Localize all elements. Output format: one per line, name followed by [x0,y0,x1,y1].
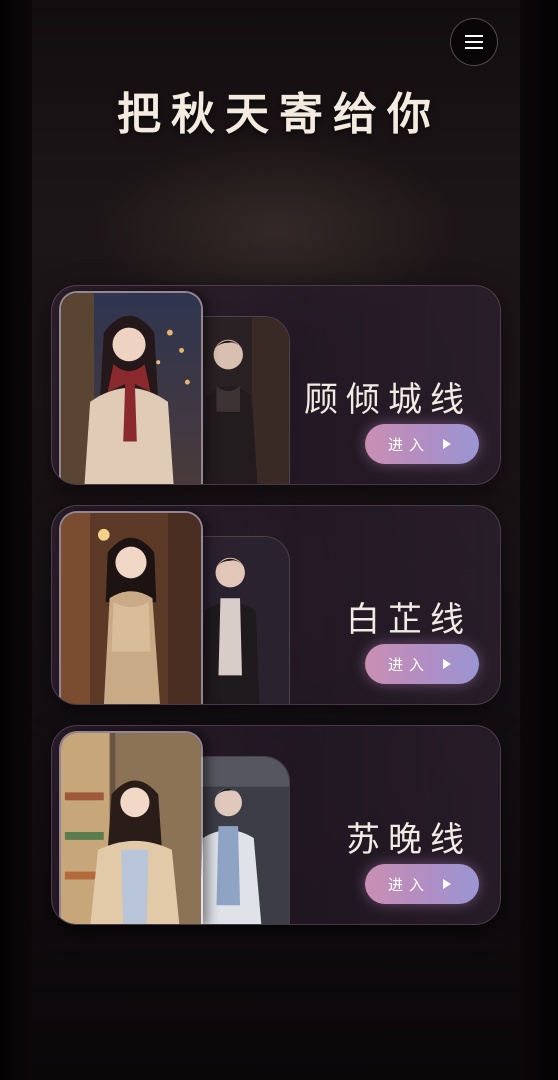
menu-button[interactable] [450,18,498,66]
route-card-bai-zhi[interactable]: 白芷线 进入 [51,505,501,705]
enter-button[interactable]: 进入 [365,864,479,904]
enter-button[interactable]: 进入 [365,644,479,684]
enter-button-label: 进入 [388,435,431,454]
enter-button-label: 进入 [388,655,431,674]
page-title: 把秋天寄给你 [117,89,441,140]
play-icon [443,439,451,449]
route-name: 白芷线 [346,600,472,640]
female-character-image [59,291,203,484]
route-name: 苏晚线 [346,820,472,860]
route-card-su-wan[interactable]: 苏晚线 进入 [51,725,501,925]
route-name: 顾倾城线 [304,380,472,420]
female-character-image [59,511,203,704]
male-character-image [192,756,290,924]
play-icon [443,879,451,889]
male-character-image [192,316,290,484]
male-character-image [192,536,290,704]
enter-button[interactable]: 进入 [365,424,479,464]
enter-button-label: 进入 [388,875,431,894]
route-card-gu-qingcheng[interactable]: 顾倾城线 进入 [51,285,501,485]
female-character-image [59,731,203,924]
app-screen: 把秋天寄给你 顾倾城线 进入 白芷线 进入 苏晚线 进入 [0,0,558,1080]
left-margin [0,0,32,1080]
right-margin [520,0,558,1080]
menu-icon [465,35,483,49]
play-icon [443,659,451,669]
